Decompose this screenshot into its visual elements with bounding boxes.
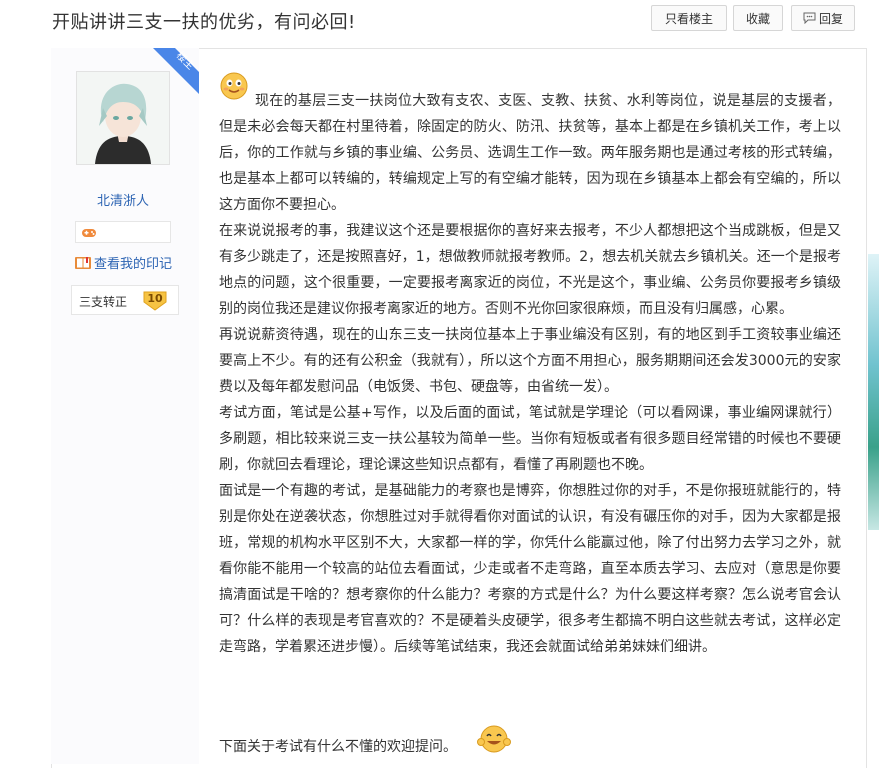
- post-closing: 下面关于考试有什么不懂的欢迎提问。: [219, 739, 457, 755]
- post-content: 现在的基层三支一扶岗位大致有支农、支医、支教、扶贫、水利等岗位，说是基层的支援者…: [219, 88, 841, 660]
- badge-level-icon: 10: [142, 288, 168, 312]
- post-paragraph: 再说说薪资待遇，现在的山东三支一扶岗位基本上于事业编没有区别，有的地区到手工资较…: [219, 327, 841, 395]
- author-name[interactable]: 北清浙人: [76, 190, 170, 209]
- side-ad-strip[interactable]: [868, 254, 879, 530]
- reply-icon: [803, 7, 816, 33]
- reply-button-label: 回复: [818, 12, 843, 26]
- post-paragraph: 现在的基层三支一扶岗位大致有支农、支医、支教、扶贫、水利等岗位，说是基层的支援者…: [219, 93, 841, 213]
- book-icon: [74, 255, 92, 275]
- thread-title: 开贴讲讲三支一扶的优劣，有问必回!: [52, 12, 356, 33]
- gamepad-icon: [81, 225, 97, 244]
- post-paragraph: 在来说说报考的事，我建议这个还是要根据你的喜好来去报考，不少人都想把这个当成跳板…: [219, 223, 841, 317]
- post-paragraph: 面试是一个有趣的考试，是基础能力的考察也是博弈，你想胜过你的对手，不是你报班就能…: [219, 483, 841, 655]
- badge-level-number: 10: [147, 292, 163, 305]
- reply-button[interactable]: 回复: [791, 5, 855, 31]
- only-author-button[interactable]: 只看楼主: [651, 5, 727, 31]
- author-level-box: [75, 221, 171, 243]
- favorite-button[interactable]: 收藏: [733, 5, 783, 31]
- post-paragraph: 考试方面，笔试是公基+写作，以及后面的面试，笔试就是学理论（可以看网课，事业编网…: [219, 405, 841, 473]
- view-marks-link[interactable]: 查看我的印记: [74, 253, 172, 275]
- author-badge[interactable]: 三支转正 10: [71, 285, 179, 315]
- avatar[interactable]: [76, 71, 170, 165]
- happy-emoji-icon: [476, 722, 512, 758]
- thread-header: 开贴讲讲三支一扶的优劣，有问必回! 只看楼主 收藏 回复: [0, 0, 879, 42]
- badge-name: 三支转正: [79, 295, 128, 309]
- view-marks-label: 查看我的印记: [94, 257, 173, 272]
